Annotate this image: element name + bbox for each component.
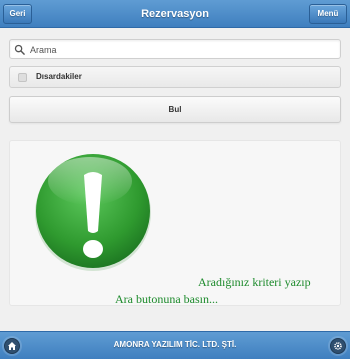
checkbox-label: Dısardakiler	[36, 72, 82, 81]
empty-state-line1: Aradığınız kriteri yazıp	[198, 275, 311, 289]
empty-state-panel: Aradığınız kriteri yazıp Ara butonuna ba…	[9, 140, 341, 306]
alert-exclamation-icon	[35, 154, 151, 271]
outside-filter-checkbox[interactable]: Dısardakiler	[9, 66, 341, 88]
search-field[interactable]	[9, 39, 341, 59]
header-bar: Geri Rezervasyon Menü	[0, 0, 350, 28]
page-title: Rezervasyon	[141, 8, 209, 20]
menu-button[interactable]: Menü	[309, 4, 347, 24]
checkbox-box[interactable]	[18, 73, 27, 82]
search-icon	[14, 44, 25, 55]
company-name: AMONRA YAZILIM TİC. LTD. ŞTİ.	[113, 340, 237, 349]
settings-button[interactable]	[330, 338, 346, 354]
empty-state-line2: Ara butonuna basın...	[115, 292, 218, 306]
search-input[interactable]	[30, 42, 335, 57]
find-button[interactable]: Bul	[9, 96, 341, 123]
footer-bar: AMONRA YAZILIM TİC. LTD. ŞTİ.	[0, 331, 350, 359]
gear-icon	[334, 342, 342, 350]
